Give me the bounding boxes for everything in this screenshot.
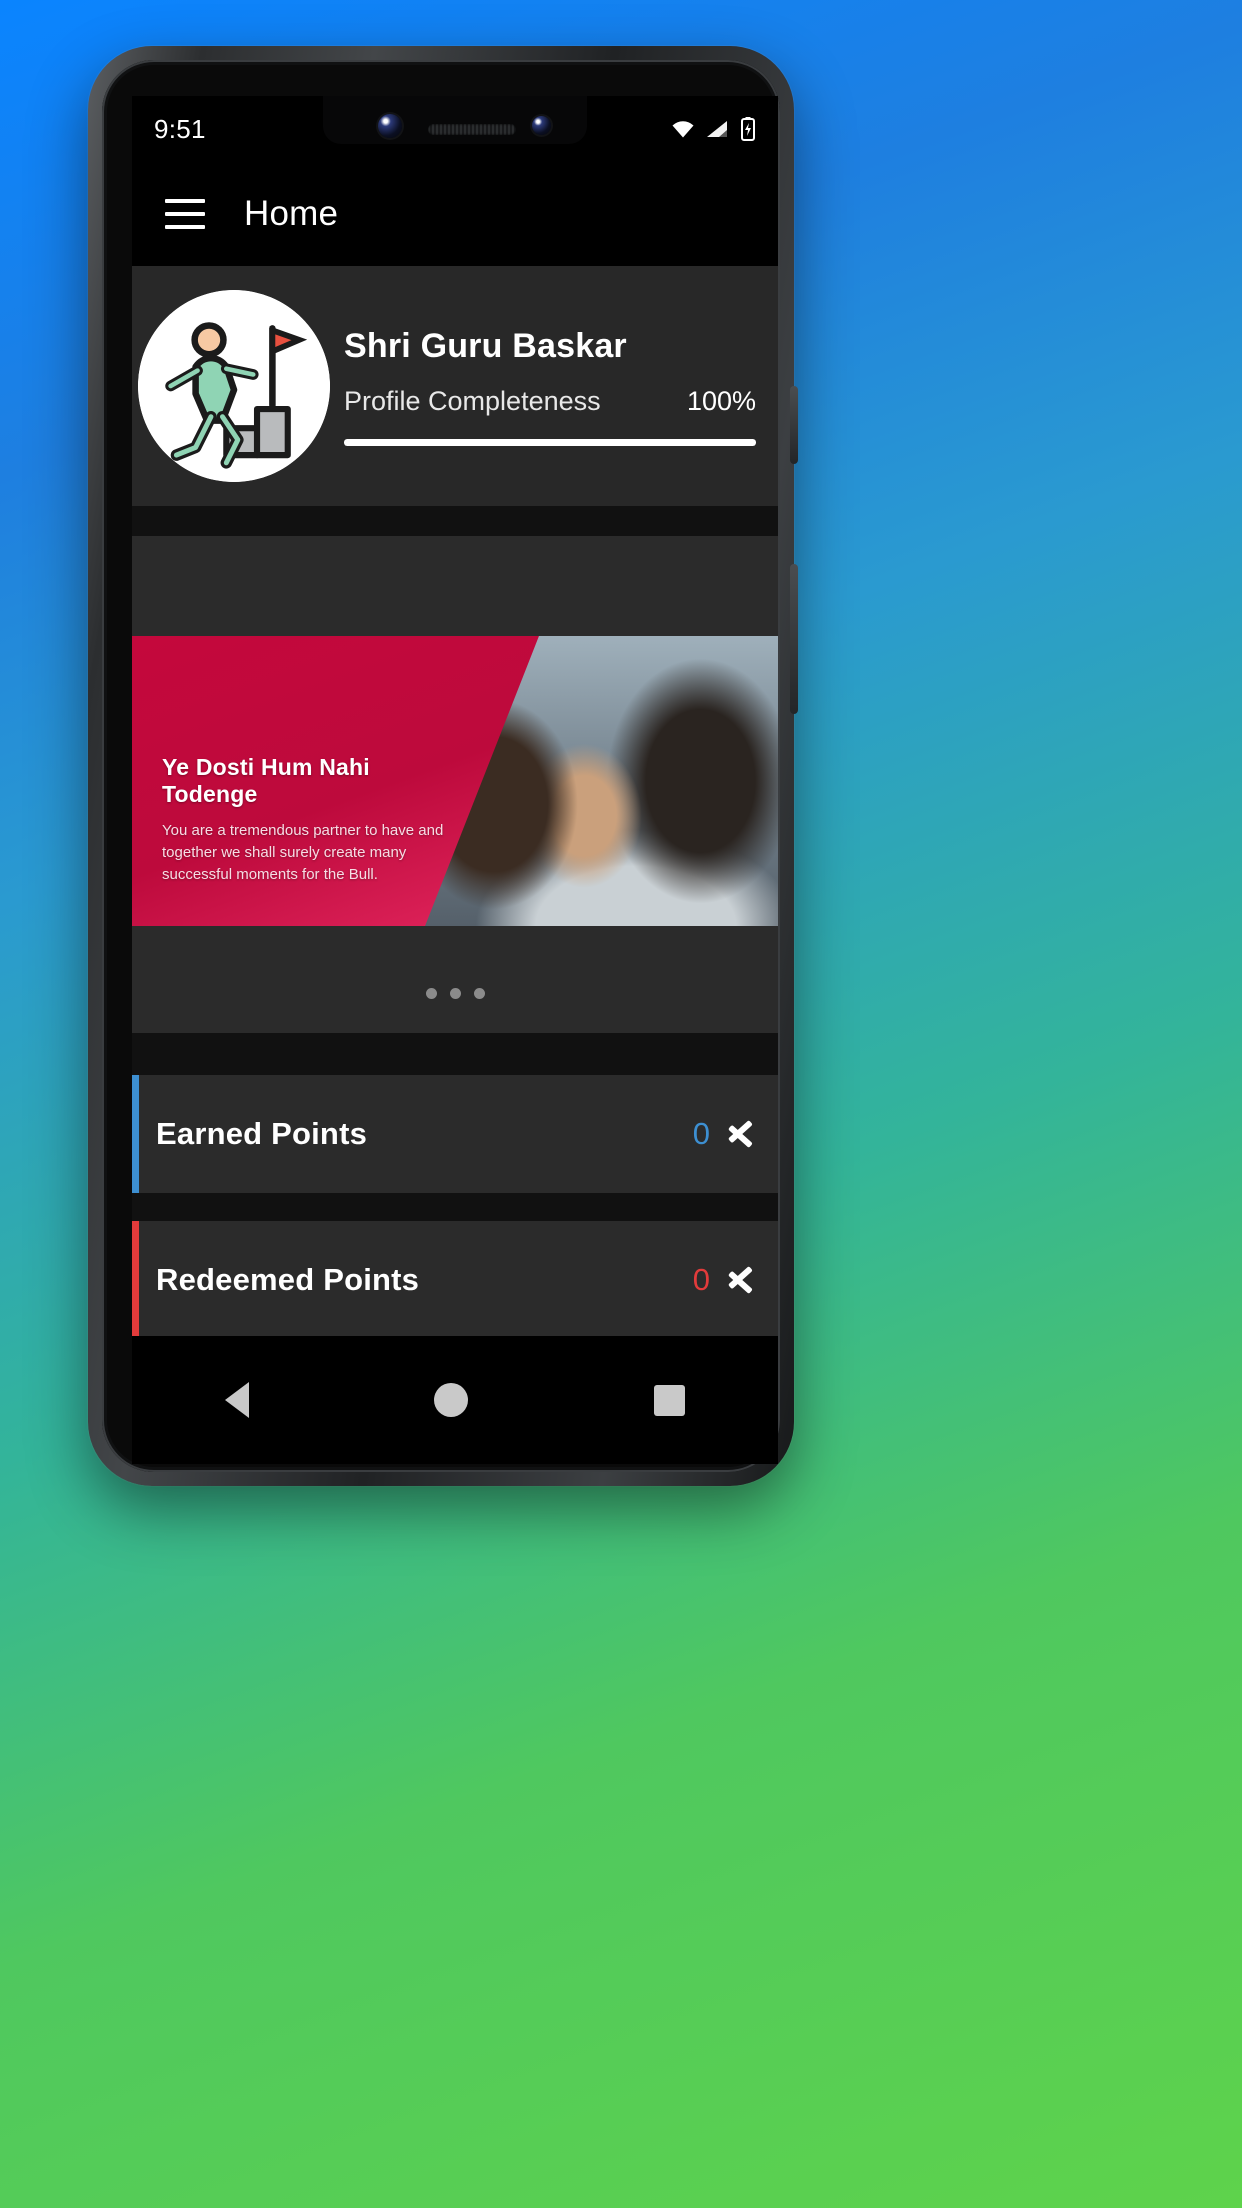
promo-banner-slide[interactable]: Ye Dosti Hum Nahi Todenge You are a trem… (132, 636, 778, 926)
promo-banner-subtext: You are a tremendous partner to have and… (162, 822, 444, 883)
volume-button[interactable] (790, 564, 798, 714)
page-title: Home (244, 194, 339, 233)
profile-progress-bar (344, 438, 756, 446)
redeemed-points-label: Redeemed Points (156, 1262, 420, 1297)
profile-completeness-label: Profile Completeness (344, 385, 601, 416)
profile-progress-fill (344, 438, 756, 446)
battery-charging-icon (741, 117, 755, 141)
chevron-right-icon[interactable] (726, 1113, 756, 1155)
section-divider (132, 1033, 778, 1075)
profile-info: Shri Guru Baskar Profile Completeness 10… (344, 327, 762, 446)
profile-card[interactable]: Shri Guru Baskar Profile Completeness 10… (132, 266, 778, 506)
profile-completeness-value: 100% (686, 385, 756, 416)
status-bar: 9:51 (132, 96, 778, 162)
section-divider (132, 506, 778, 536)
redeemed-points-accent (132, 1221, 139, 1336)
status-bar-icons (670, 117, 756, 141)
cellular-signal-icon (707, 121, 727, 137)
android-nav-bar (132, 1336, 778, 1464)
chevron-right-icon[interactable] (726, 1259, 756, 1301)
earned-points-value: 0 (692, 1116, 710, 1151)
promo-banner-text: Ye Dosti Hum Nahi Todenge You are a trem… (162, 754, 452, 885)
runner-climbing-stairs-avatar[interactable] (138, 290, 330, 482)
power-button[interactable] (790, 386, 798, 464)
carousel-dots[interactable] (132, 926, 778, 1033)
promo-banner-headline: Ye Dosti Hum Nahi Todenge (162, 754, 370, 807)
wifi-icon (672, 121, 694, 138)
profile-completeness-row: Profile Completeness 100% (344, 386, 756, 417)
carousel-dot[interactable] (473, 988, 485, 999)
back-icon[interactable] (224, 1382, 249, 1418)
phone-bezel: 9:51 Home Shri Guru Baskar Profile Compl… (102, 60, 780, 1472)
phone-screen: 9:51 Home Shri Guru Baskar Profile Compl… (132, 96, 778, 1464)
status-bar-clock: 9:51 (154, 113, 206, 144)
carousel-dot[interactable] (425, 988, 437, 999)
earned-points-label: Earned Points (156, 1116, 368, 1151)
section-divider (132, 1193, 778, 1221)
profile-name: Shri Guru Baskar (344, 326, 627, 365)
redeemed-points-value: 0 (692, 1262, 710, 1297)
promo-carousel[interactable]: Ye Dosti Hum Nahi Todenge You are a trem… (132, 536, 778, 1033)
phone-device: 9:51 Home Shri Guru Baskar Profile Compl… (88, 46, 798, 1486)
earned-points-accent (132, 1075, 139, 1193)
earned-points-row[interactable]: Earned Points 0 (132, 1075, 778, 1193)
app-bar: Home (132, 162, 778, 266)
redeemed-points-row[interactable]: Redeemed Points 0 (132, 1221, 778, 1336)
app-content: Shri Guru Baskar Profile Completeness 10… (132, 266, 778, 1336)
recents-icon[interactable] (654, 1384, 686, 1416)
home-icon[interactable] (434, 1383, 469, 1417)
carousel-top-spacer (132, 536, 778, 636)
hamburger-menu-icon[interactable] (150, 179, 220, 249)
carousel-dot[interactable] (449, 988, 461, 999)
